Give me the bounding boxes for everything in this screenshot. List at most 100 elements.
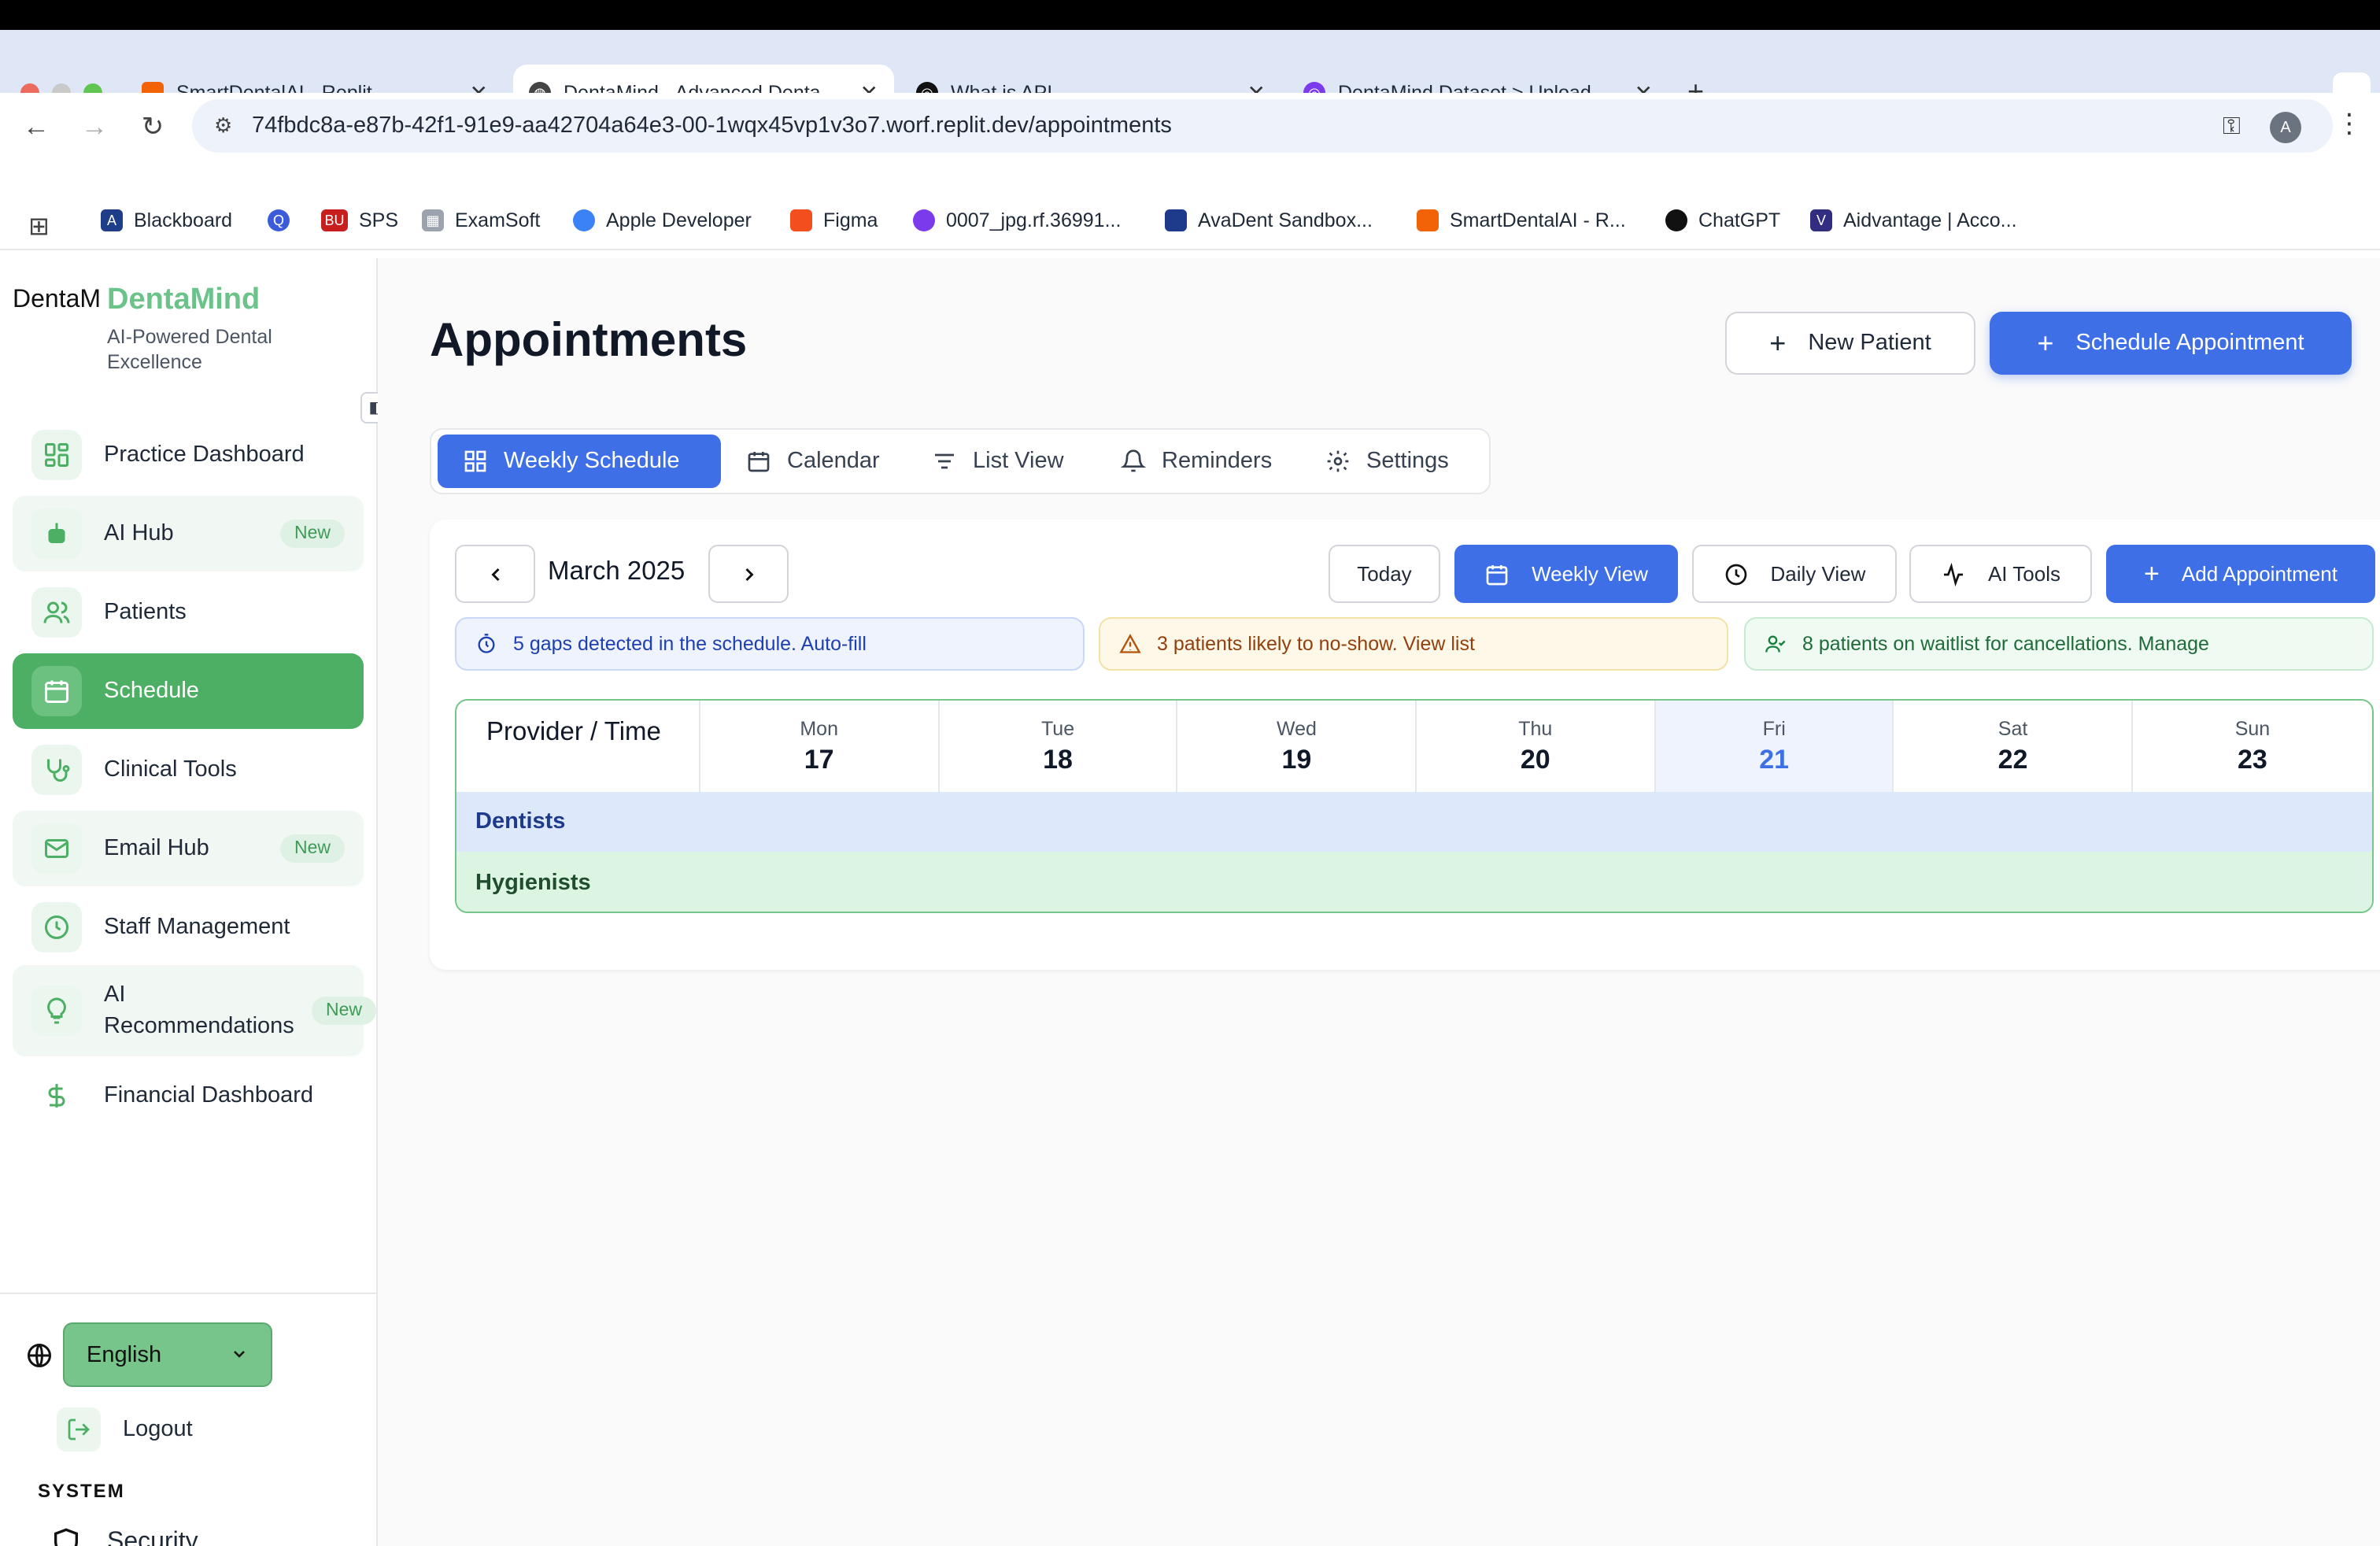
day-header: Mon 17 — [700, 701, 940, 792]
sidebar-item-patients[interactable]: Patients — [13, 575, 364, 650]
sidebar-item-ai-recommendations[interactable]: AI Recommendations New — [13, 965, 376, 1056]
logout-button[interactable]: Logout — [57, 1407, 193, 1452]
plus-icon: + — [2037, 327, 2054, 358]
main-content: Appointments + New Patient + Schedule Appo… — [378, 258, 2380, 1546]
clock-icon — [1725, 563, 1746, 585]
chatgpt-icon — [1665, 209, 1687, 231]
bookmark-item[interactable]: AvaDent Sandbox... — [1165, 209, 1373, 231]
gear-icon — [1327, 450, 1349, 472]
today-button[interactable]: Today — [1329, 545, 1440, 603]
site-info-icon[interactable]: ⚙ — [214, 113, 232, 139]
day-header: Wed 19 — [1178, 701, 1417, 792]
dollar-icon — [31, 1071, 82, 1121]
profile-avatar[interactable]: A — [2270, 112, 2301, 143]
tab-settings[interactable]: Settings — [1310, 435, 1465, 488]
warning-triangle-icon — [1119, 634, 1141, 653]
activity-icon — [1943, 561, 1963, 586]
brand-tagline: AI-Powered Dental Excellence — [107, 326, 272, 373]
chevron-left-icon — [490, 567, 499, 581]
shield-icon — [54, 1528, 78, 1546]
bookmark-item[interactable]: V Aidvantage | Acco... — [1810, 209, 2017, 231]
address-bar[interactable]: ⚙ 74fbdc8a-e87b-42f1-91e9-aa42704a64e3-0… — [192, 99, 2333, 153]
weekly-schedule-grid: Provider / Time Mon 17 Tue 18 Wed 19 Thu 20 … — [455, 699, 2374, 913]
bookmark-item[interactable]: 0007_jpg.rf.36991... — [913, 209, 1121, 231]
logout-icon — [57, 1407, 101, 1452]
schedule-appointment-button[interactable]: + Schedule Appointment — [1990, 312, 2352, 375]
sidebar-item-staff-management[interactable]: Staff Management — [13, 890, 364, 965]
back-icon[interactable]: ← — [19, 112, 54, 143]
weekly-view-button[interactable]: Weekly View — [1454, 545, 1678, 603]
waitlist-alert[interactable]: 8 patients on waitlist for cancellations… — [1744, 617, 2374, 671]
sidebar-item-financial-dashboard[interactable]: Financial Dashboard — [13, 1058, 364, 1134]
sidebar-item-ai-hub[interactable]: AI Hub New — [13, 496, 364, 571]
bookmark-item[interactable]: BU SPS — [321, 209, 398, 231]
provider-time-header: Provider / Time — [456, 701, 700, 792]
sidebar-item-security[interactable]: Security — [50, 1527, 198, 1546]
sidebar-item-practice-dashboard[interactable]: Practice Dashboard — [13, 417, 364, 493]
no-show-alert[interactable]: 3 patients likely to no-show. View list — [1099, 617, 1728, 671]
prev-month-button[interactable] — [455, 545, 535, 603]
brand-name: DentaMind — [107, 283, 261, 316]
provider-group-dentists[interactable]: Dentists — [456, 792, 2372, 852]
schedule-card: March 2025 Today Weekly View Daily View — [430, 520, 2380, 970]
figma-icon — [790, 209, 812, 231]
examsoft-icon: ▦ — [422, 209, 444, 231]
new-patient-button[interactable]: + New Patient — [1725, 312, 1975, 375]
sidebar-item-clinical-tools[interactable]: Clinical Tools — [13, 732, 364, 808]
language-select[interactable]: English — [63, 1322, 272, 1387]
user-check-icon — [1765, 635, 1786, 653]
clock-icon — [31, 902, 82, 952]
password-key-icon[interactable]: ⚿ — [2223, 113, 2241, 140]
bu-icon: BU — [321, 209, 348, 231]
add-appointment-button[interactable]: + Add Appointment — [2106, 545, 2375, 603]
new-badge: New — [279, 520, 345, 548]
filter-lines-icon — [935, 453, 954, 469]
calendar-icon — [748, 452, 770, 472]
sidebar-item-email-hub[interactable]: Email Hub New — [13, 811, 364, 886]
gaps-alert[interactable]: 5 gaps detected in the schedule. Auto-fi… — [455, 617, 1085, 671]
system-section-label: SYSTEM — [38, 1480, 125, 1502]
next-month-button[interactable] — [708, 545, 789, 603]
plus-icon: + — [1769, 327, 1787, 358]
day-header: Sat 22 — [1894, 701, 2134, 792]
grid-header-row: Provider / Time Mon 17 Tue 18 Wed 19 Thu 20 … — [456, 701, 2372, 792]
bookmark-item[interactable]: A Blackboard — [101, 209, 232, 231]
logo-broken-image: DentaM — [13, 287, 102, 313]
day-header: Tue 18 — [939, 701, 1178, 792]
calendar-icon — [1486, 564, 1508, 585]
tab-list-view[interactable]: List View — [916, 435, 1080, 488]
bookmark-item[interactable]: Apple Developer — [573, 209, 752, 231]
reload-icon[interactable]: ↻ — [135, 112, 170, 143]
os-top-bar — [0, 0, 2380, 30]
month-label: March 2025 — [548, 557, 686, 586]
avadent-icon — [1165, 209, 1187, 231]
bookmark-item[interactable]: SmartDentalAI - R... — [1417, 209, 1626, 231]
bookmark-item[interactable]: Q — [268, 209, 301, 231]
view-tabs: Weekly Schedule Calendar List View Remin… — [430, 428, 1491, 494]
bookmark-item[interactable]: ChatGPT — [1665, 209, 1780, 231]
browser-toolbar: ← → ↻ ⚙ 74fbdc8a-e87b-42f1-91e9-aa42704a… — [0, 93, 2380, 162]
sidebar: DentaM DentaMind AI-Powered Dental Excel… — [0, 258, 392, 1546]
sidebar-item-schedule[interactable]: Schedule — [13, 653, 364, 729]
provider-group-hygienists[interactable]: Hygienists — [456, 852, 2372, 912]
apps-grid-icon[interactable]: ⊞ — [28, 211, 50, 242]
grid-icon — [464, 450, 486, 472]
browser-menu-icon[interactable]: ⋮ — [2336, 109, 2363, 140]
new-badge: New — [279, 834, 345, 863]
stethoscope-icon — [31, 745, 82, 795]
bell-icon — [1121, 449, 1146, 472]
calendar-icon — [31, 666, 82, 716]
bookmark-item[interactable]: Figma — [790, 209, 878, 231]
ai-tools-button[interactable]: AI Tools — [1909, 545, 2092, 603]
daily-view-button[interactable]: Daily View — [1692, 545, 1897, 603]
bookmark-item[interactable]: ▦ ExamSoft — [422, 209, 540, 231]
new-badge: New — [311, 997, 376, 1025]
forward-icon[interactable]: → — [77, 112, 112, 143]
sidebar-divider — [0, 1293, 378, 1294]
robot-icon — [31, 509, 82, 559]
tab-calendar[interactable]: Calendar — [730, 435, 896, 488]
lightbulb-icon — [31, 986, 82, 1036]
tab-reminders[interactable]: Reminders — [1105, 435, 1288, 488]
chevron-down-icon — [230, 1344, 249, 1370]
tab-weekly-schedule[interactable]: Weekly Schedule — [438, 435, 721, 488]
